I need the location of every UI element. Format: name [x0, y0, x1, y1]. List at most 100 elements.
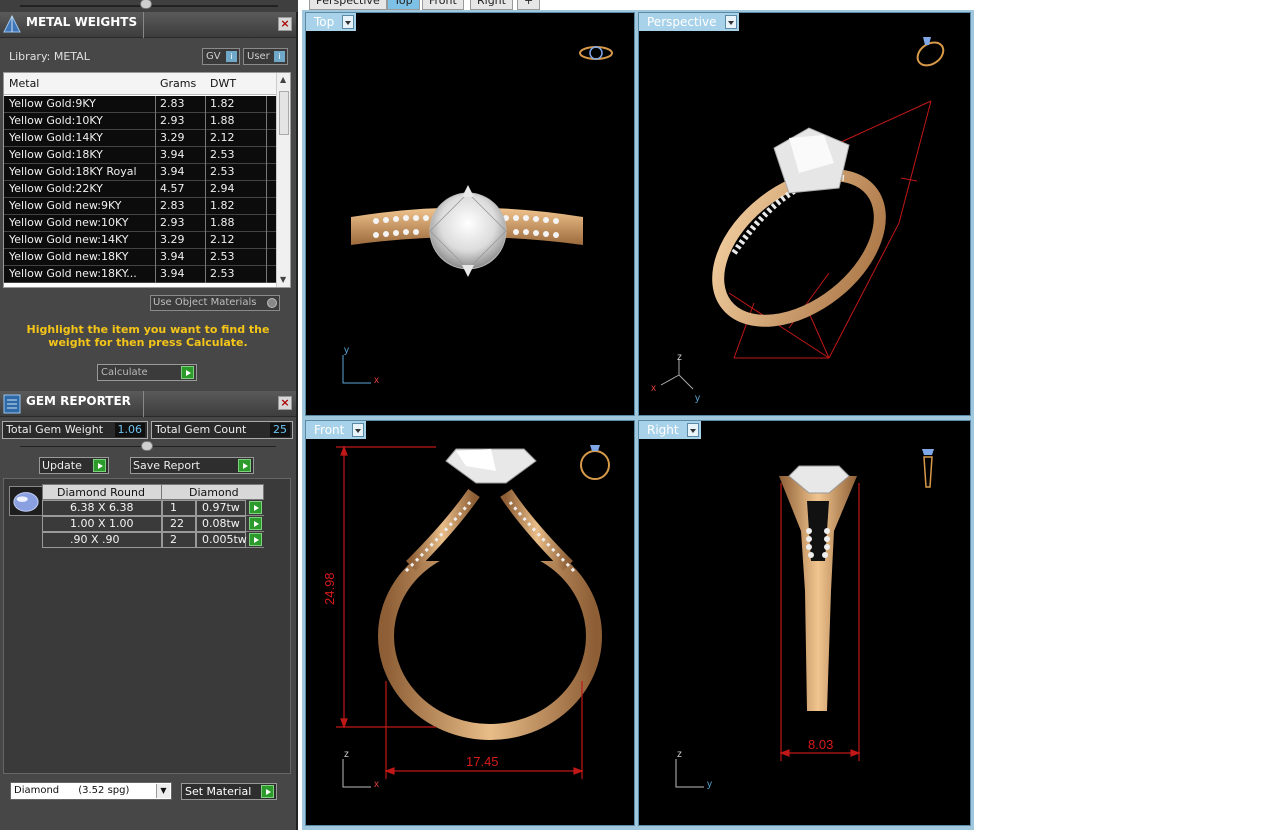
- gv-library-button[interactable]: GV i: [202, 48, 240, 65]
- tab-right[interactable]: Right: [470, 0, 513, 10]
- right-view-render: [675, 449, 934, 788]
- tab-perspective[interactable]: Perspective: [309, 0, 387, 10]
- play-icon: [181, 366, 194, 379]
- height-dimension: 24.98: [322, 572, 337, 605]
- viewport-front-title: Front: [314, 423, 345, 437]
- metal-row[interactable]: Yellow Gold:14KY 3.29 2.12: [4, 130, 278, 147]
- update-button[interactable]: Update: [39, 457, 109, 474]
- axis-x-label: x: [374, 779, 379, 790]
- column-header-dwt[interactable]: DWT: [210, 77, 236, 90]
- tab-front[interactable]: Front: [422, 0, 464, 10]
- metal-row[interactable]: Yellow Gold new:9KY 2.83 1.82: [4, 198, 278, 215]
- metal-table-scrollbar[interactable]: ▲ ▼: [276, 73, 290, 287]
- play-icon[interactable]: [249, 517, 262, 530]
- gem-rows: 6.38 X 6.38 1 0.97tw 1.00 X 1.00 22 0.08tw .90…: [42, 500, 264, 548]
- close-icon[interactable]: ×: [278, 17, 292, 31]
- viewport-top-label[interactable]: Top: [306, 13, 357, 31]
- ring-front-icon: [580, 445, 610, 480]
- metal-dwt: 2.53: [210, 267, 235, 280]
- add-tab-icon[interactable]: +: [517, 0, 541, 10]
- viewport-right-title: Right: [647, 423, 679, 437]
- tab-top[interactable]: Top: [387, 0, 420, 10]
- viewport-front[interactable]: 24.98 17.45 z x Front: [305, 420, 635, 826]
- metal-row[interactable]: Yellow Gold:18KY Royal 3.94 2.53: [4, 164, 278, 181]
- metal-row[interactable]: Yellow Gold:22KY 4.57 2.94: [4, 181, 278, 198]
- metal-grams: 3.94: [160, 250, 185, 263]
- slider-knob[interactable]: [140, 0, 152, 9]
- user-library-button[interactable]: User i: [243, 48, 288, 65]
- metal-row[interactable]: Yellow Gold:9KY 2.83 1.82: [4, 96, 278, 113]
- gem-row[interactable]: 6.38 X 6.38 1 0.97tw: [42, 500, 264, 516]
- metal-row[interactable]: Yellow Gold new:18KY... 3.94 2.53: [4, 266, 278, 283]
- chevron-down-icon[interactable]: [724, 15, 737, 29]
- calculate-button[interactable]: Calculate: [97, 364, 197, 381]
- metal-row[interactable]: Yellow Gold:18KY 3.94 2.53: [4, 147, 278, 164]
- gem-row[interactable]: 1.00 X 1.00 22 0.08tw: [42, 516, 264, 532]
- viewport-perspective[interactable]: z y x Perspective: [638, 12, 971, 416]
- gem-size: .90 X .90: [70, 533, 120, 546]
- metal-name: Yellow Gold new:9KY: [9, 199, 122, 212]
- total-gem-count: Total Gem Count 25: [151, 421, 293, 439]
- viewport-right[interactable]: 8.03 z y Right: [638, 420, 971, 826]
- side-width-dimension: 8.03: [808, 737, 834, 752]
- chevron-down-icon[interactable]: [352, 423, 365, 437]
- gem-count: 22: [170, 517, 184, 530]
- chevron-down-icon[interactable]: [342, 15, 355, 29]
- play-icon[interactable]: [249, 533, 262, 546]
- metal-weights-header: METAL WEIGHTS ×: [0, 12, 296, 38]
- scroll-down-icon[interactable]: ▼: [280, 275, 286, 284]
- use-object-materials-toggle[interactable]: Use Object Materials: [150, 295, 280, 311]
- gem-row[interactable]: .90 X .90 2 0.005tw: [42, 532, 264, 548]
- use-object-materials-label: Use Object Materials: [153, 297, 257, 308]
- scroll-thumb[interactable]: [279, 91, 289, 135]
- viewport-perspective-label[interactable]: Perspective: [639, 13, 739, 31]
- gem-report-area: Diamond Round Diamond 6.38 X 6.38 1 0.97tw…: [3, 478, 291, 774]
- axis-x-label: x: [374, 375, 379, 386]
- material-select[interactable]: Diamond (3.52 spg) ▼: [10, 782, 172, 800]
- metal-row[interactable]: Yellow Gold:10KY 2.93 1.88: [4, 113, 278, 130]
- gem-weight: 0.005tw: [202, 533, 247, 546]
- metal-row[interactable]: Yellow Gold new:14KY 3.29 2.12: [4, 232, 278, 249]
- chevron-down-icon[interactable]: [686, 423, 699, 437]
- viewport-right-label[interactable]: Right: [639, 421, 701, 439]
- gem-table-header: Diamond Round Diamond: [42, 484, 264, 500]
- total-gem-count-value: 25: [270, 423, 290, 437]
- metal-grams: 3.29: [160, 131, 185, 144]
- width-dimension: 17.45: [466, 754, 499, 769]
- gem-reporter-title: GEM REPORTER: [26, 394, 131, 408]
- ring-orientation-icon: [916, 37, 945, 67]
- chevron-down-icon[interactable]: ▼: [156, 784, 170, 798]
- gv-label: GV: [206, 51, 221, 62]
- gem-size: 1.00 X 1.00: [70, 517, 134, 530]
- panel-resize-knob[interactable]: [141, 441, 153, 451]
- column-header-metal[interactable]: Metal: [9, 77, 39, 90]
- gem-material-header: Diamond: [189, 486, 239, 499]
- metal-name: Yellow Gold new:18KY: [9, 250, 129, 263]
- axis-z-label: z: [677, 749, 682, 760]
- scroll-up-icon[interactable]: ▲: [280, 75, 286, 84]
- viewport-front-label[interactable]: Front: [306, 421, 367, 439]
- metal-row[interactable]: Yellow Gold new:10KY 2.93 1.88: [4, 215, 278, 232]
- save-report-button[interactable]: Save Report: [130, 457, 254, 474]
- material-select-value: Diamond (3.52 spg): [14, 785, 130, 796]
- app-window: METAL WEIGHTS × Library: METAL GV i User…: [0, 0, 1274, 830]
- set-material-button[interactable]: Set Material: [181, 783, 277, 800]
- metal-row[interactable]: Yellow Gold new:18KY 3.94 2.53: [4, 249, 278, 266]
- metal-name: Yellow Gold:9KY: [9, 97, 96, 110]
- metal-grams: 4.57: [160, 182, 185, 195]
- viewport-top-title: Top: [314, 15, 335, 29]
- play-icon[interactable]: [249, 501, 262, 514]
- panel-resize-slider[interactable]: [0, 0, 298, 12]
- viewport-perspective-title: Perspective: [647, 15, 717, 29]
- close-icon[interactable]: ×: [278, 396, 292, 410]
- viewport-top[interactable]: y x Top: [305, 12, 635, 416]
- axis-y-label: y: [695, 393, 700, 404]
- metal-table[interactable]: Metal Grams DWT Yellow Gold:9KY 2.83 1.82 Y…: [3, 72, 291, 288]
- metal-table-header: Metal Grams DWT: [4, 73, 278, 95]
- axis-z-label: z: [677, 352, 682, 363]
- metal-name: Yellow Gold:18KY: [9, 148, 103, 161]
- metal-dwt: 1.82: [210, 97, 235, 110]
- metal-grams: 3.29: [160, 233, 185, 246]
- column-header-grams[interactable]: Grams: [160, 77, 196, 90]
- ring-orientation-icon: [579, 46, 613, 60]
